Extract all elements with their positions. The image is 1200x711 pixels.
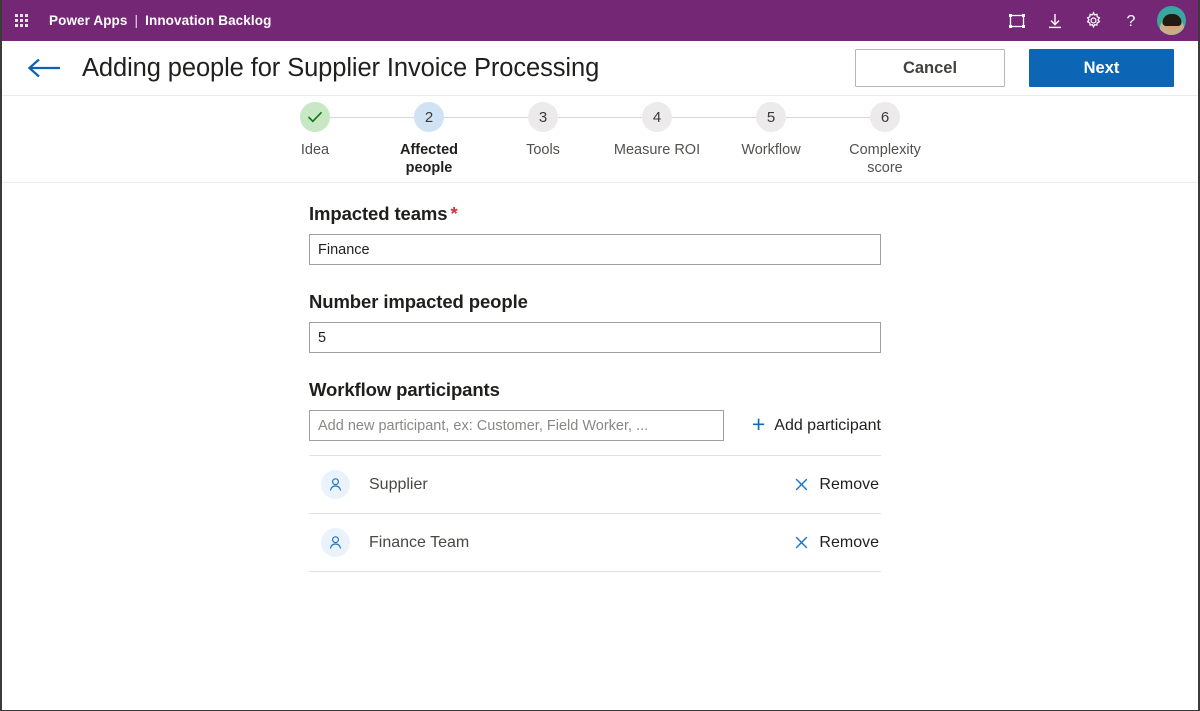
remove-participant-button[interactable]: Remove (794, 476, 879, 494)
close-icon (796, 478, 808, 491)
waffle-grid (14, 14, 28, 27)
stepper-label-1: Idea (300, 142, 330, 158)
environment-name[interactable]: Innovation Backlog (145, 13, 271, 28)
user-avatar[interactable] (1157, 6, 1186, 35)
add-participant-label: Add participant (774, 416, 881, 434)
stepper-circle-6: 6 (870, 102, 900, 132)
app-window: Power Apps | Innovation Backlog ? Adding… (0, 0, 1200, 711)
remove-label: Remove (819, 475, 879, 493)
field-workflow-participants: Workflow participants + Add participant (309, 379, 881, 572)
stepper-step-affected-people[interactable]: 2 Affected people (372, 102, 528, 177)
back-arrow-icon[interactable] (24, 51, 64, 85)
stepper-step-complexity-score[interactable]: 6 Complexity score (828, 102, 942, 177)
branding-separator: | (134, 13, 139, 28)
number-impacted-people-input[interactable] (309, 322, 881, 353)
stepper-label-3: Tools (526, 142, 560, 158)
stepper-label-2: Affected people (399, 142, 458, 176)
participant-row: Supplier Remove (309, 456, 881, 514)
contact-icon (321, 470, 350, 499)
label-impacted-teams: Impacted teams * (309, 203, 881, 225)
app-launcher-waffle-icon[interactable] (8, 8, 34, 34)
page-header-actions: Cancel Next (855, 49, 1174, 87)
page-header: Adding people for Supplier Invoice Proce… (2, 41, 1198, 96)
close-icon (796, 536, 808, 549)
contact-icon (321, 528, 350, 557)
stepper-connector (330, 117, 414, 118)
stepper-connector (444, 117, 528, 118)
impacted-teams-input[interactable] (309, 234, 881, 265)
plus-icon: + (751, 411, 766, 437)
stepper-track: Idea 2 Affected people 3 Tools 4 Measure… (258, 102, 942, 177)
participant-row: Finance Team Remove (309, 514, 881, 572)
stepper-circle-3: 3 (528, 102, 558, 132)
suite-branding: Power Apps | Innovation Backlog (49, 13, 271, 28)
stepper-step-idea[interactable]: Idea (258, 102, 414, 159)
required-asterisk: * (450, 203, 458, 224)
stepper-step-measure-roi[interactable]: 4 Measure ROI (600, 102, 756, 159)
stepper-circle-4: 4 (642, 102, 672, 132)
suite-bar-actions: ? (998, 2, 1190, 40)
stepper-label-6: Complexity score (849, 142, 921, 176)
label-number-impacted-people: Number impacted people (309, 291, 528, 312)
avatar-hair (1162, 13, 1181, 26)
stepper-circle-1 (300, 102, 330, 132)
help-icon[interactable]: ? (1112, 2, 1150, 40)
new-participant-input[interactable] (309, 410, 724, 441)
form-body: Impacted teams* Number impacted people W… (2, 183, 1198, 572)
stepper-label-4: Measure ROI (613, 142, 701, 158)
field-impacted-teams: Impacted teams * (309, 203, 881, 265)
page-title: Adding people for Supplier Invoice Proce… (82, 53, 600, 82)
stepper-step-workflow[interactable]: 5 Workflow (714, 102, 870, 159)
workflow-participants-row: + Add participant (309, 410, 881, 441)
participant-name: Finance Team (369, 533, 470, 551)
svg-text:?: ? (1127, 13, 1136, 30)
label-impacted-teams-text: Impacted teams (309, 203, 448, 224)
form-container: Impacted teams* Number impacted people W… (309, 203, 881, 572)
stepper-connector (558, 117, 642, 118)
stepper-connector (786, 117, 870, 118)
add-participant-button[interactable]: + Add participant (751, 411, 881, 437)
fit-to-screen-icon[interactable] (998, 2, 1036, 40)
participant-name: Supplier (369, 475, 428, 493)
remove-participant-button[interactable]: Remove (794, 534, 879, 552)
remove-label: Remove (819, 533, 879, 551)
next-button[interactable]: Next (1029, 49, 1174, 87)
wizard-stepper: Idea 2 Affected people 3 Tools 4 Measure… (2, 96, 1198, 183)
stepper-circle-2: 2 (414, 102, 444, 132)
participants-list: Supplier Remove Finance Team Remove (309, 455, 881, 572)
checkmark-icon (307, 111, 323, 123)
stepper-step-tools[interactable]: 3 Tools (486, 102, 642, 159)
cancel-button[interactable]: Cancel (855, 49, 1005, 87)
stepper-label-5: Workflow (741, 142, 801, 158)
label-workflow-participants: Workflow participants (309, 379, 500, 400)
gear-icon[interactable] (1074, 2, 1112, 40)
app-name[interactable]: Power Apps (49, 13, 128, 28)
stepper-connector (672, 117, 756, 118)
download-icon[interactable] (1036, 2, 1074, 40)
suite-bar: Power Apps | Innovation Backlog ? (2, 0, 1198, 41)
field-number-impacted-people: Number impacted people (309, 291, 881, 353)
stepper-circle-5: 5 (756, 102, 786, 132)
